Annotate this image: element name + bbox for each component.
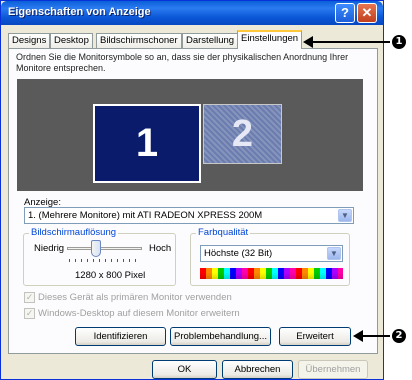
extend-desktop-checkbox-row[interactable]: ✓ Windows-Desktop auf diesem Monitor erw…: [24, 308, 354, 320]
tab-designs[interactable]: Designs: [8, 33, 51, 49]
chevron-down-icon[interactable]: ▼: [338, 209, 352, 222]
checkmark-icon[interactable]: ✓: [24, 292, 35, 303]
color-quality-select[interactable]: Höchste (32 Bit) ▼: [200, 245, 343, 262]
resolution-value: 1280 x 800 Pixel: [75, 270, 146, 281]
cancel-button[interactable]: Abbrechen: [222, 360, 293, 379]
troubleshoot-button[interactable]: Problembehandlung...: [170, 327, 271, 346]
monitor-1-icon[interactable]: 1: [93, 104, 201, 183]
identify-button[interactable]: Identifizieren: [75, 327, 166, 346]
chevron-down-icon[interactable]: ▼: [327, 247, 341, 260]
tab-settings[interactable]: Einstellungen: [237, 30, 303, 49]
monitor-2-icon[interactable]: 2: [203, 104, 282, 164]
tab-desktop[interactable]: Desktop: [50, 33, 93, 49]
resolution-low-label: Niedrig: [34, 243, 65, 254]
arrange-description: Ordnen Sie die Monitorsymbole so an, das…: [16, 52, 349, 73]
tab-appearance[interactable]: Darstellung: [182, 33, 239, 49]
resolution-slider-ticks: [69, 259, 141, 262]
window-title: Eigenschaften von Anzeige: [8, 6, 151, 18]
checkmark-icon[interactable]: ✓: [24, 308, 35, 319]
resolution-slider-thumb[interactable]: [91, 240, 101, 257]
help-button[interactable]: ?: [335, 3, 355, 23]
resolution-group-title: Bildschirmauflösung: [29, 227, 119, 238]
callout-marker-1: 1: [392, 35, 406, 49]
callout-arrow-line: [311, 41, 390, 43]
color-spectrum-preview: [200, 268, 343, 279]
tab-screensaver[interactable]: Bildschirmschoner: [96, 33, 182, 49]
callout-arrow-line: [361, 335, 390, 337]
resolution-slider-track[interactable]: [67, 247, 142, 250]
extend-desktop-label: Windows-Desktop auf diesem Monitor erwei…: [38, 308, 240, 319]
close-button[interactable]: ✕: [357, 3, 377, 23]
primary-monitor-checkbox-row[interactable]: ✓ Dieses Gerät als primären Monitor verw…: [24, 292, 354, 304]
primary-monitor-label: Dieses Gerät als primären Monitor verwen…: [38, 292, 232, 303]
callout-marker-2: 2: [392, 329, 406, 343]
apply-button: Übernehmen: [298, 360, 368, 379]
title-bar[interactable]: Eigenschaften von Anzeige ? ✕: [1, 1, 383, 25]
color-quality-group-title: Farbqualität: [196, 227, 251, 238]
resolution-high-label: Hoch: [149, 243, 172, 254]
display-select-value: 1. (Mehrere Monitore) mit ATI RADEON XPR…: [28, 210, 263, 221]
color-quality-select-value: Höchste (32 Bit): [204, 248, 273, 259]
display-select[interactable]: 1. (Mehrere Monitore) mit ATI RADEON XPR…: [24, 207, 354, 224]
advanced-button[interactable]: Erweitert: [279, 327, 351, 346]
ok-button[interactable]: OK: [152, 360, 217, 379]
